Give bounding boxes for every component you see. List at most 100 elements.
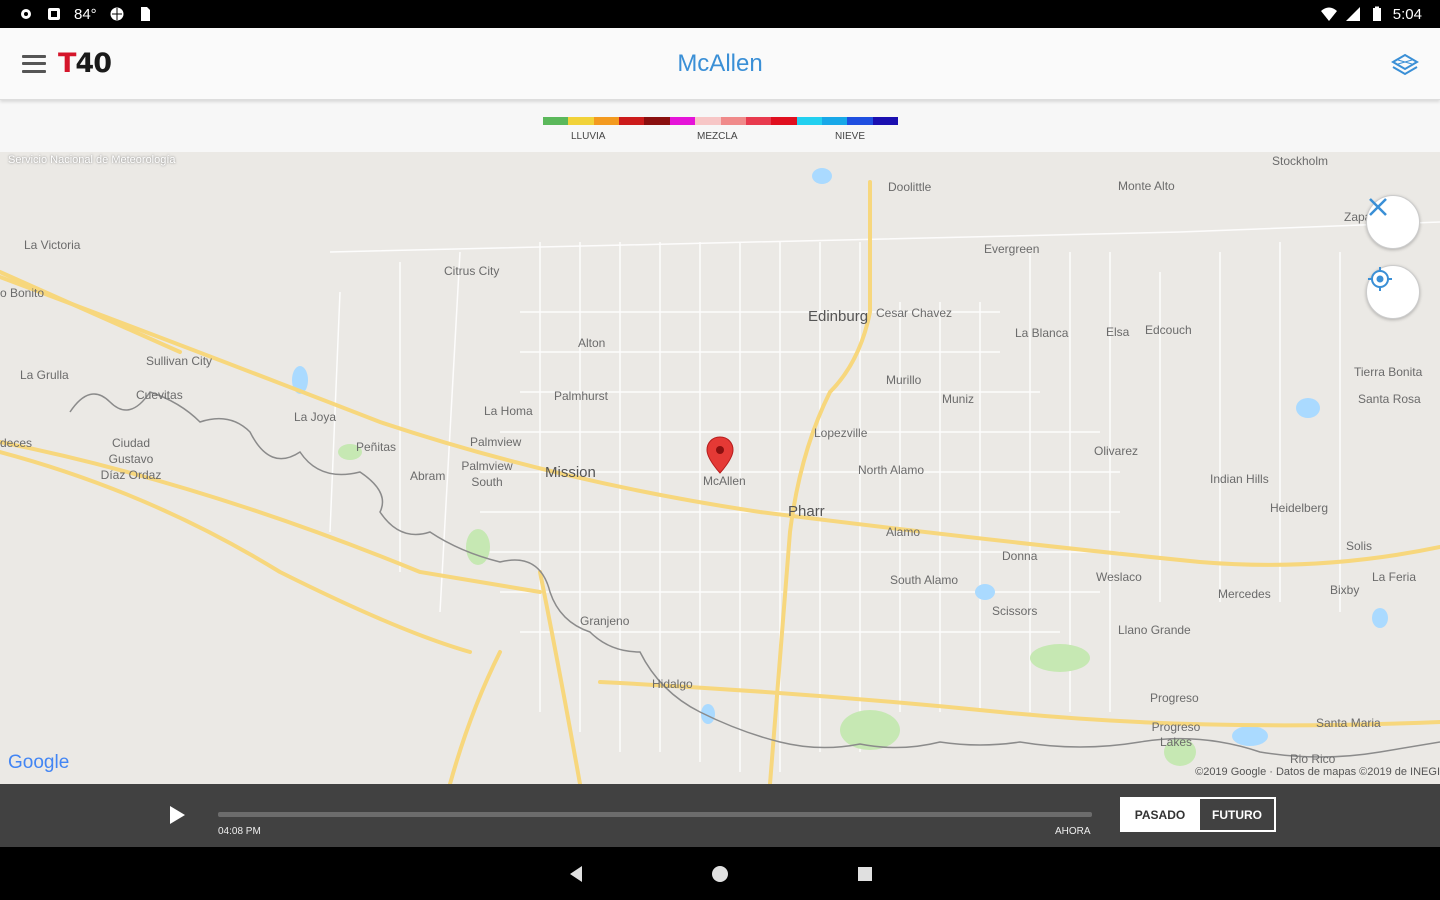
map-place-label: South Alamo — [890, 573, 959, 587]
temperature: 84° — [74, 5, 97, 23]
past-button[interactable]: PASADO — [1122, 799, 1198, 830]
menu-button[interactable] — [22, 54, 46, 73]
map-source-credit: Servicio Nacional de Meteorología — [8, 154, 176, 166]
screen: 84° 5:04 T 40 McAllen LLUVIA MEZCLA NIEV… — [0, 0, 1440, 900]
logo-letter: T — [58, 48, 76, 79]
map-place-label: Palmhurst — [554, 389, 609, 403]
sd-card-icon — [140, 7, 150, 21]
legend-color-swatch — [771, 117, 797, 125]
map-place-label: Santa Maria — [1316, 716, 1381, 730]
map-place-label: Ciudad Gustavo Díaz Ordaz — [100, 436, 162, 482]
map-place-label: Heidelberg — [1270, 501, 1329, 515]
future-button[interactable]: FUTURO — [1198, 799, 1274, 830]
precipitation-legend: LLUVIA MEZCLA NIEVE — [0, 100, 1440, 152]
map-place-label: Edinburg — [808, 308, 869, 325]
map-place-label: Scissors — [992, 604, 1038, 618]
map-place-label: La Homa — [484, 404, 533, 418]
menu-icon-line — [22, 54, 46, 58]
legend-color-swatch — [644, 117, 670, 125]
legend-color-swatch — [745, 117, 772, 125]
legend-color-swatch — [543, 117, 569, 125]
map-place-label: Palmview — [470, 435, 522, 449]
map-place-label: Cesar Chavez — [876, 306, 953, 320]
system-nav-bar — [0, 847, 1440, 900]
map-place-label: Peñitas — [356, 440, 397, 454]
map-place-label: Mercedes — [1218, 587, 1271, 601]
play-button[interactable] — [165, 803, 189, 827]
radar-player-bar: 04:08 PM AHORA PASADO FUTURO — [0, 784, 1440, 847]
map-place-label: Rio Rico — [1290, 752, 1336, 766]
past-future-toggle: PASADO FUTURO — [1120, 797, 1276, 832]
back-icon[interactable] — [566, 863, 588, 885]
battery-icon — [1372, 6, 1381, 21]
signal-icon — [1345, 7, 1360, 21]
my-location-icon — [1368, 267, 1392, 291]
clock: 5:04 — [1392, 5, 1422, 23]
my-location-button[interactable] — [1366, 265, 1420, 319]
map-place-label: Granjeno — [580, 614, 630, 628]
legend-color-swatch — [847, 117, 873, 125]
map-place-label: Llano Grande — [1118, 623, 1191, 637]
legend-color-swatch — [669, 117, 696, 125]
close-button[interactable] — [1366, 195, 1420, 249]
map-place-label: Citrus City — [444, 264, 500, 278]
recents-icon[interactable] — [854, 863, 876, 885]
map-place-label: Cuevitas — [136, 388, 183, 402]
timeline-end-time: AHORA — [1055, 826, 1091, 837]
google-logo-text: Google — [8, 752, 70, 773]
map-place-label: Solis — [1346, 539, 1373, 553]
layers-icon[interactable] — [1390, 50, 1420, 80]
notification-icon — [48, 8, 60, 20]
legend-color-swatch — [821, 117, 848, 125]
legend-color-swatch — [568, 117, 594, 125]
map-place-label: Bixby — [1330, 583, 1360, 597]
map-place-label: Lopezville — [814, 426, 868, 440]
menu-icon-line — [22, 69, 46, 73]
legend-color-bar — [543, 117, 899, 125]
timeline-start-time: 04:08 PM — [218, 826, 261, 837]
legend-color-swatch — [796, 117, 822, 125]
map-place-label: deces — [0, 436, 33, 450]
map-place-label: Weslaco — [1096, 570, 1142, 584]
map-place-label: Doolittle — [888, 180, 932, 194]
map-place-label: La Joya — [294, 410, 337, 424]
map-place-label: Donna — [1002, 549, 1038, 563]
map-place-label: Monte Alto — [1118, 179, 1175, 193]
app-bar: T 40 McAllen — [0, 28, 1440, 100]
map-place-label: Progreso Lakes — [1151, 720, 1201, 749]
legend-color-swatch — [695, 117, 721, 125]
map-place-label: Indian Hills — [1210, 472, 1269, 486]
map-place-label: Progreso — [1150, 691, 1199, 705]
map[interactable]: Servicio Nacional de Meteorología Stockh… — [0, 152, 1440, 784]
legend-label-snow: NIEVE — [835, 131, 866, 142]
legend-color-swatch — [593, 117, 620, 125]
map-place-label: Muniz — [942, 392, 975, 406]
legend-color-swatch — [872, 117, 899, 125]
timeline-slider[interactable] — [218, 812, 1092, 817]
menu-icon-line — [22, 62, 46, 65]
map-place-label: Pharr — [788, 503, 825, 520]
globe-icon — [110, 7, 124, 21]
map-place-label: Evergreen — [984, 242, 1040, 256]
map-place-label: La Grulla — [20, 368, 69, 382]
map-place-label: Abram — [410, 469, 446, 483]
map-place-label: Tierra Bonita — [1354, 365, 1423, 379]
map-place-label: Edcouch — [1145, 323, 1192, 337]
map-place-label: Olivarez — [1094, 444, 1139, 458]
map-place-label: Mission — [545, 464, 596, 481]
location-pin-icon[interactable] — [705, 435, 735, 475]
close-icon — [1369, 198, 1387, 216]
map-place-label: Alton — [578, 336, 606, 350]
map-place-label: Sullivan City — [146, 354, 213, 368]
home-icon[interactable] — [709, 863, 731, 885]
map-place-label: Stockholm — [1272, 154, 1329, 168]
map-place-label: North Alamo — [858, 463, 925, 477]
map-place-label: Alamo — [886, 525, 921, 539]
legend-color-swatch — [619, 117, 645, 125]
map-place-label: La Blanca — [1015, 326, 1069, 340]
legend-label-mix: MEZCLA — [697, 131, 738, 142]
wifi-icon — [1320, 7, 1337, 21]
page-title: McAllen — [677, 49, 763, 77]
telemundo-40-logo[interactable]: T 40 — [58, 44, 112, 84]
map-place-label: Murillo — [886, 373, 922, 387]
